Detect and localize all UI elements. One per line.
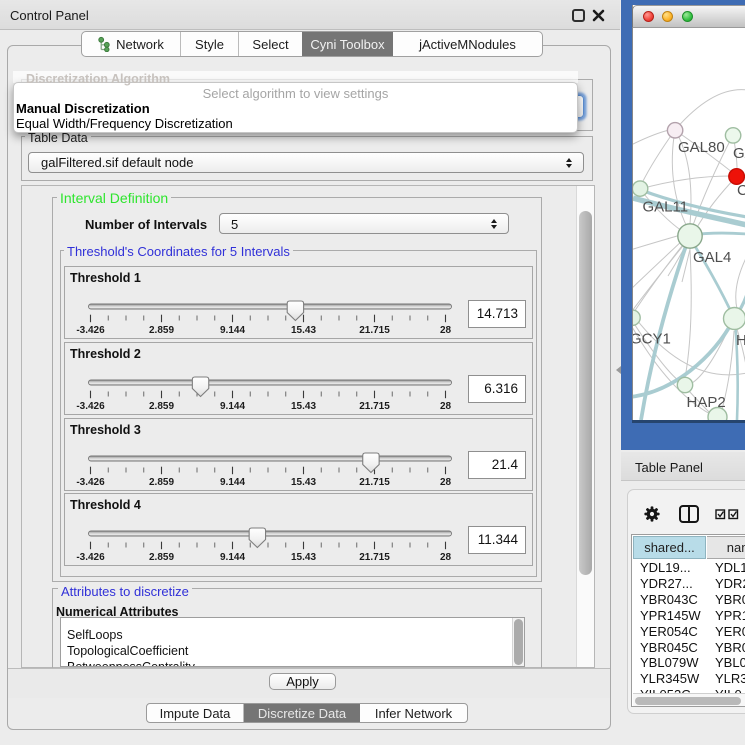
svg-text:GAL4: GAL4: [693, 249, 731, 266]
svg-text:GAL11: GAL11: [643, 199, 689, 216]
svg-text:GA: GA: [733, 145, 745, 162]
svg-text:GCY1: GCY1: [633, 331, 671, 348]
svg-text:H: H: [736, 332, 745, 349]
svg-text:HAP2: HAP2: [687, 394, 726, 411]
svg-text:GAL80: GAL80: [678, 139, 725, 156]
svg-text:C: C: [737, 182, 745, 199]
